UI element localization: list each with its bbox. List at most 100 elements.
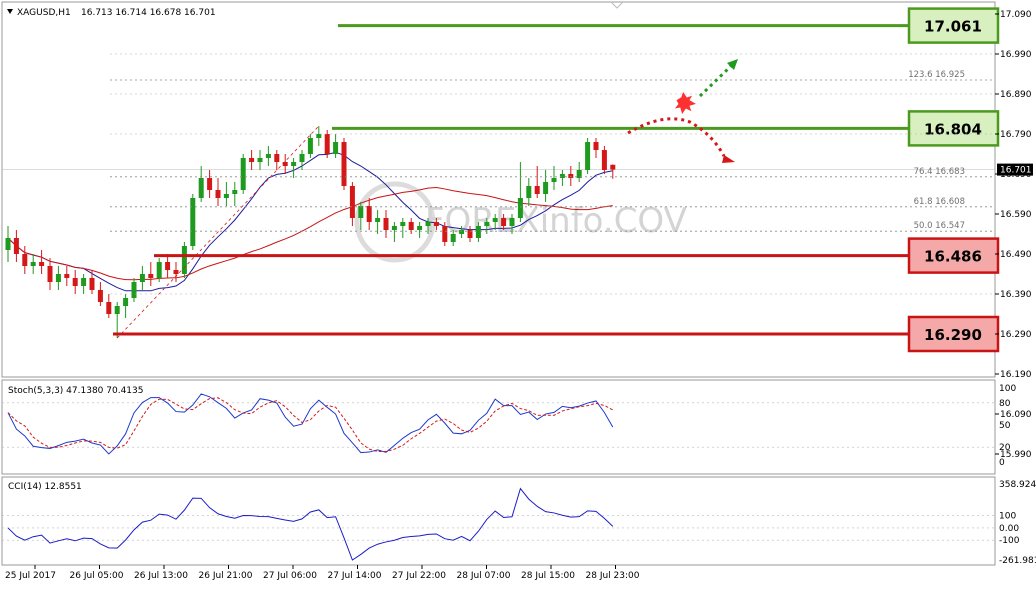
candle-body (249, 158, 255, 162)
level-label: 16.486 (924, 248, 982, 266)
time-tick-label: 25 Jul 2017 (5, 571, 56, 581)
stoch-tick-label: 0 (999, 458, 1005, 468)
current-price-label: 16.701 (1000, 166, 1032, 176)
price-chart[interactable]: FOREXinfo.COV 17.06116.80416.48616.290 1… (0, 0, 1036, 588)
candle-body (349, 186, 355, 218)
time-tick-label: 26 Jul 05:00 (70, 571, 124, 581)
candle-body (375, 218, 381, 222)
candle-body (207, 178, 213, 190)
candle-body (307, 138, 313, 154)
candle-body (585, 142, 591, 170)
candle-body (501, 218, 507, 226)
time-tick-label: 28 Jul 23:00 (586, 571, 640, 581)
candle-body (341, 142, 347, 186)
candle-body (232, 190, 238, 194)
candle-body (89, 278, 95, 290)
candle-body (324, 134, 330, 154)
time-tick-label: 27 Jul 14:00 (328, 571, 382, 581)
cci-tick-label: 0.00 (999, 524, 1019, 534)
candle-body (509, 218, 515, 226)
candle-body (551, 178, 557, 182)
fib-label: 76.4 16.683 (914, 167, 965, 177)
candle-body (543, 182, 549, 194)
cci-tick-label: -261.9817 (999, 556, 1036, 566)
candle-body (47, 266, 53, 282)
candle-body (475, 226, 481, 238)
candle-body (39, 262, 45, 266)
chart-symbol: XAGUSD,H1 (17, 8, 71, 18)
time-tick-label: 28 Jul 07:00 (457, 571, 511, 581)
candle-body (433, 222, 439, 226)
candle-body (156, 262, 162, 278)
candle-body (291, 162, 297, 166)
time-tick-label: 26 Jul 13:00 (134, 571, 188, 581)
time-tick-label: 26 Jul 21:00 (199, 571, 253, 581)
price-tick-label: 16.390 (1000, 290, 1032, 300)
candle-body (72, 278, 78, 286)
candle-body (568, 174, 574, 178)
time-tick-label: 28 Jul 15:00 (521, 571, 575, 581)
candle-body (55, 274, 61, 282)
price-tick-label: 16.090 (1000, 410, 1032, 420)
candle-body (148, 274, 154, 278)
candle-body (333, 142, 339, 154)
candle-body (459, 230, 465, 234)
candle-body (123, 298, 129, 306)
candle-body (526, 186, 532, 198)
candle-body (492, 218, 498, 222)
candle-body (240, 158, 246, 190)
price-tick-label: 16.990 (1000, 50, 1032, 60)
candle-body (366, 206, 372, 222)
price-tick-label: 16.290 (1000, 330, 1032, 340)
candle-body (265, 154, 271, 158)
candle-body (408, 222, 414, 230)
level-label: 16.290 (924, 326, 982, 344)
stoch-tick-label: 20 (999, 443, 1011, 453)
candle-body (30, 262, 36, 266)
level-label: 16.804 (924, 120, 982, 138)
fib-label: 50.0 16.547 (914, 221, 965, 231)
chart-ohlc: 16.713 16.714 16.678 16.701 (81, 8, 216, 18)
candle-body (425, 222, 431, 226)
candle-body (215, 190, 221, 198)
candle-body (81, 278, 87, 286)
stoch-tick-label: 80 (999, 399, 1011, 409)
cci-tick-label: 358.9244 (999, 480, 1036, 490)
candle-body (391, 226, 397, 230)
candle-body (223, 194, 229, 198)
time-tick-label: 27 Jul 06:00 (263, 571, 317, 581)
price-tick-label: 16.490 (1000, 250, 1032, 260)
candle-body (559, 174, 565, 178)
cci-label: CCI(14) 12.8551 (8, 482, 82, 492)
candle-body (417, 226, 423, 230)
candle-body (601, 150, 607, 170)
candle-body (274, 154, 280, 162)
price-tick-label: 16.790 (1000, 130, 1032, 140)
candle-body (383, 218, 389, 230)
candle-body (316, 134, 322, 138)
cci-tick-label: -100 (999, 536, 1020, 546)
fib-label: 123.6 16.925 (908, 70, 965, 80)
candle-body (106, 302, 112, 314)
candle-body (114, 306, 120, 314)
candle-body (173, 270, 179, 274)
candle-body (22, 254, 28, 266)
price-tick-label: 16.890 (1000, 90, 1032, 100)
stoch-tick-label: 100 (999, 384, 1016, 394)
candle-body (64, 274, 70, 278)
candle-body (257, 158, 263, 162)
candle-body (517, 198, 523, 218)
candle-body (610, 164, 616, 170)
price-tick-label: 16.590 (1000, 210, 1032, 220)
cci-tick-label: 100 (999, 512, 1016, 522)
level-label: 17.061 (924, 18, 982, 36)
candle-body (97, 290, 103, 302)
candle-body (198, 178, 204, 198)
candle-body (139, 274, 145, 282)
stoch-label: Stoch(5,3,3) 47.1380 70.4135 (8, 386, 143, 396)
candle-body (450, 234, 456, 242)
candle-body (358, 206, 364, 218)
candle-body (534, 186, 540, 194)
time-tick-label: 27 Jul 22:00 (392, 571, 446, 581)
stoch-tick-label: 50 (999, 421, 1011, 431)
